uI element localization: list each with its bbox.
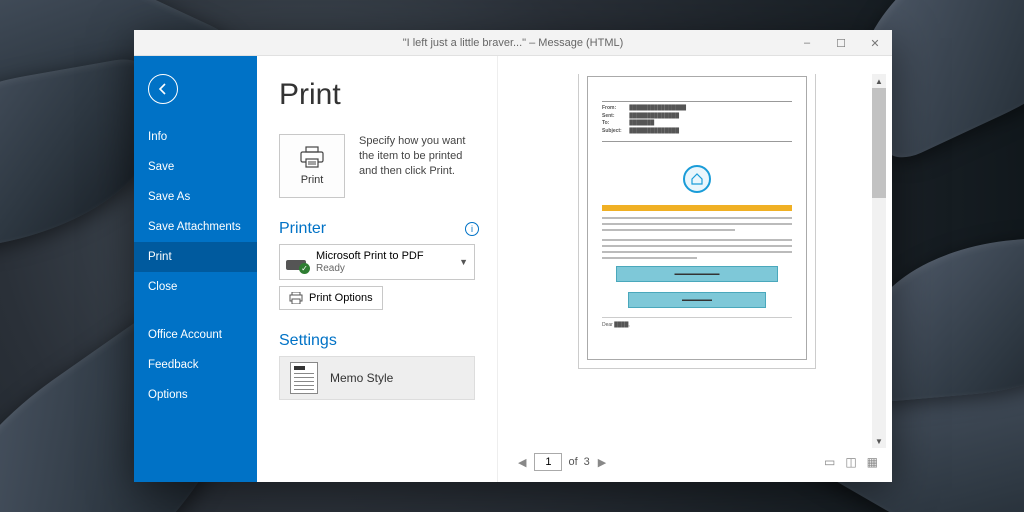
preview-footer: ◀ of 3 ▶ ▭ ◫ ▦ bbox=[508, 448, 886, 476]
sidebar-item-save-attachments[interactable]: Save Attachments bbox=[134, 212, 257, 242]
window-controls: – ☐ ✕ bbox=[790, 30, 892, 56]
titlebar: "I left just a little braver..." – Messa… bbox=[134, 30, 892, 56]
page-title: Print bbox=[279, 78, 479, 112]
sidebar-item-save[interactable]: Save bbox=[134, 152, 257, 182]
printer-section-header: Printer i bbox=[279, 220, 479, 238]
page-navigator: ◀ of 3 ▶ bbox=[516, 453, 608, 471]
settings-section-header: Settings bbox=[279, 332, 479, 350]
sidebar-item-feedback[interactable]: Feedback bbox=[134, 350, 257, 380]
print-preview-panel: ​ From: ████████████████ Sent: █████████… bbox=[497, 56, 892, 482]
preview-viewport: ​ From: ████████████████ Sent: █████████… bbox=[508, 74, 886, 448]
printer-icon bbox=[299, 146, 325, 168]
sidebar-item-options[interactable]: Options bbox=[134, 380, 257, 410]
page-number-input[interactable] bbox=[534, 453, 562, 471]
scroll-up-icon[interactable]: ▲ bbox=[872, 74, 886, 88]
print-style-label: Memo Style bbox=[330, 371, 393, 385]
maximize-button[interactable]: ☐ bbox=[824, 30, 858, 56]
print-button[interactable]: Print bbox=[279, 134, 345, 198]
next-page-button[interactable]: ▶ bbox=[596, 456, 608, 469]
info-icon[interactable]: i bbox=[465, 222, 479, 236]
scroll-thumb[interactable] bbox=[872, 88, 886, 198]
total-pages: 3 bbox=[584, 456, 590, 468]
page-preview: ​ From: ████████████████ Sent: █████████… bbox=[587, 76, 807, 360]
print-help-text: Specify how you want the item to be prin… bbox=[359, 134, 479, 179]
print-settings-panel: Print Print bbox=[257, 56, 497, 482]
main-area: Print Print bbox=[257, 56, 892, 482]
sidebar-item-info[interactable]: Info bbox=[134, 122, 257, 152]
prev-page-button[interactable]: ◀ bbox=[516, 456, 528, 469]
sidebar-item-close[interactable]: Close bbox=[134, 272, 257, 302]
printer-status-icon: ✓ bbox=[286, 252, 308, 272]
printer-status: Ready bbox=[316, 263, 424, 275]
window-title: "I left just a little braver..." – Messa… bbox=[403, 37, 624, 49]
sidebar-item-save-as[interactable]: Save As bbox=[134, 182, 257, 212]
multi-page-icon[interactable]: ▦ bbox=[867, 455, 878, 469]
backstage-sidebar: Info Save Save As Save Attachments Print… bbox=[134, 56, 257, 482]
back-button[interactable] bbox=[148, 74, 178, 104]
of-label: of bbox=[568, 456, 577, 468]
minimize-button[interactable]: – bbox=[790, 30, 824, 56]
print-options-icon bbox=[289, 292, 303, 304]
preview-scrollbar[interactable]: ▲ ▼ bbox=[872, 74, 886, 448]
home-icon bbox=[683, 165, 711, 193]
one-page-icon[interactable]: ◫ bbox=[845, 455, 856, 469]
print-style-selector[interactable]: Memo Style bbox=[279, 356, 475, 400]
chevron-down-icon: ▼ bbox=[459, 257, 468, 267]
printer-dropdown[interactable]: ✓ Microsoft Print to PDF Ready ▼ bbox=[279, 244, 475, 280]
close-button[interactable]: ✕ bbox=[858, 30, 892, 56]
sidebar-item-print[interactable]: Print bbox=[134, 242, 257, 272]
outlook-print-window: "I left just a little braver..." – Messa… bbox=[134, 30, 892, 482]
actual-size-icon[interactable]: ▭ bbox=[824, 455, 835, 469]
print-options-button[interactable]: Print Options bbox=[279, 286, 383, 310]
memo-style-icon bbox=[290, 362, 318, 394]
scroll-down-icon[interactable]: ▼ bbox=[872, 434, 886, 448]
sidebar-item-office-account[interactable]: Office Account bbox=[134, 320, 257, 350]
zoom-controls: ▭ ◫ ▦ bbox=[824, 455, 878, 469]
printer-name: Microsoft Print to PDF bbox=[316, 250, 424, 263]
print-button-label: Print bbox=[301, 174, 324, 186]
